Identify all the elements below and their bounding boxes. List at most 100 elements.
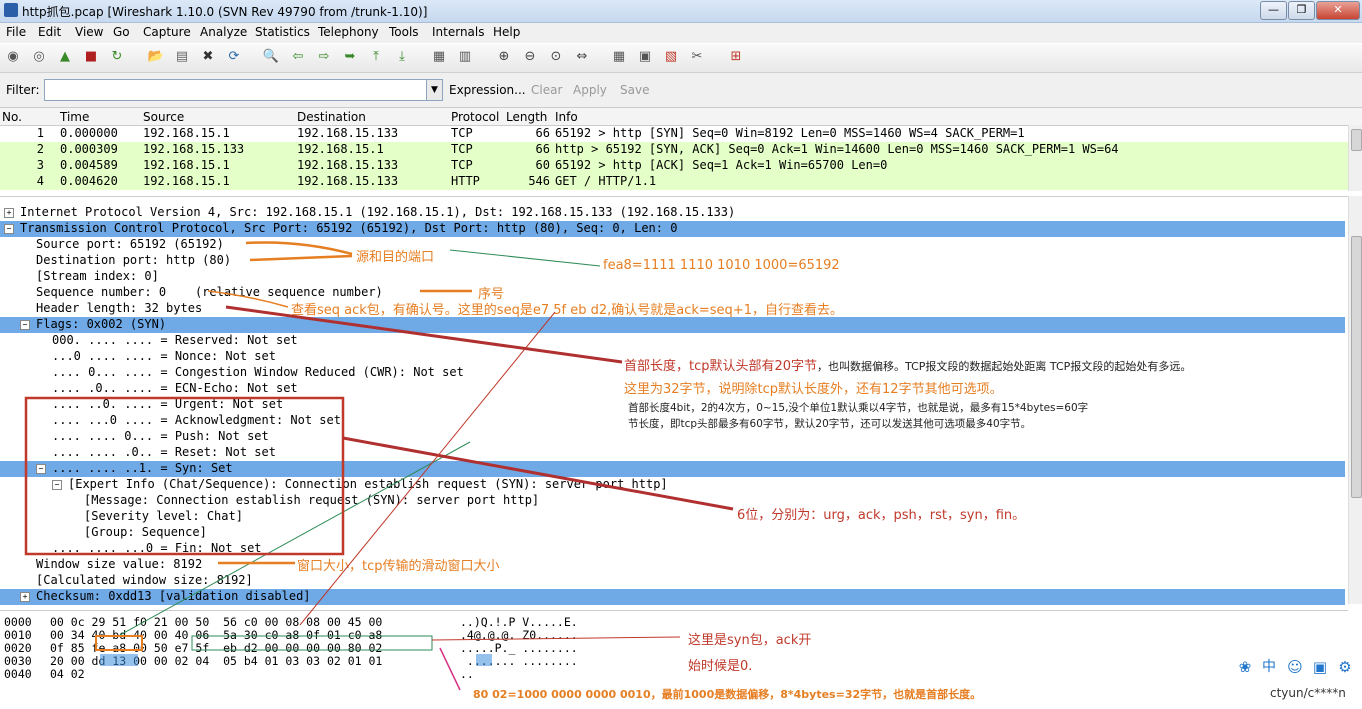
packet-cell-no: 3 <box>36 158 44 172</box>
close-file-icon[interactable]: ✖ <box>199 48 217 66</box>
collapse-icon[interactable]: − <box>4 224 14 234</box>
detail-line[interactable]: .... .... 0... = Push: Not set <box>0 429 1345 445</box>
col-no[interactable]: No. <box>2 110 22 124</box>
col-protocol[interactable]: Protocol <box>451 110 499 124</box>
resize-columns-icon[interactable]: ⇔ <box>573 48 591 66</box>
menu-edit[interactable]: Edit <box>38 25 61 39</box>
interface-list-icon[interactable]: ◉ <box>4 48 22 66</box>
find-icon[interactable]: 🔍 <box>262 48 280 66</box>
save-file-icon[interactable]: ▤ <box>173 48 191 66</box>
col-info[interactable]: Info <box>555 110 578 124</box>
last-packet-icon[interactable]: ⤓ <box>393 48 411 66</box>
detail-text: Flags: 0x002 (SYN) <box>36 317 167 331</box>
detail-text: [Expert Info (Chat/Sequence): Connection… <box>68 477 668 491</box>
go-to-packet-icon[interactable]: ➥ <box>341 48 359 66</box>
expression-button[interactable]: Expression... <box>449 83 526 97</box>
menu-statistics[interactable]: Statistics <box>255 25 310 39</box>
packet-cell-len: 66 <box>535 126 550 140</box>
collapse-icon[interactable]: − <box>52 480 62 490</box>
start-capture-icon[interactable]: ▲ <box>56 48 74 66</box>
restart-capture-icon[interactable]: ↻ <box>108 48 126 66</box>
detail-line[interactable]: [Calculated window size: 8192] <box>0 573 1345 589</box>
filter-dropdown-icon[interactable]: ▼ <box>426 79 443 101</box>
settings-icon[interactable]: ⚙ <box>1336 658 1354 676</box>
colorize-icon[interactable]: ▦ <box>430 48 448 66</box>
paw-icon[interactable]: ❀ <box>1236 658 1254 676</box>
detail-line[interactable]: −.... .... ..1. = Syn: Set <box>0 461 1345 477</box>
col-length[interactable]: Length <box>506 110 547 124</box>
packet-list-scrollbar[interactable] <box>1348 125 1362 191</box>
packet-row[interactable]: 3 0.004589 192.168.15.1 192.168.15.133 TCP 60… <box>0 158 1348 174</box>
packet-cell-no: 2 <box>36 142 44 156</box>
detail-line[interactable]: Window size value: 8192 <box>0 557 1345 573</box>
clear-button[interactable]: Clear <box>531 83 562 97</box>
capture-options-icon[interactable]: ◎ <box>30 48 48 66</box>
menu-internals[interactable]: Internals <box>432 25 485 39</box>
packet-row[interactable]: 2 0.000309 192.168.15.133 192.168.15.1 TCP 66… <box>0 142 1348 158</box>
packet-cell-time: 0.004589 <box>60 158 118 172</box>
packet-row[interactable]: 1 0.000000 192.168.15.1 192.168.15.133 TCP 66… <box>0 126 1348 142</box>
detail-line[interactable]: .... .... ...0 = Fin: Not set <box>0 541 1345 557</box>
preferences-icon[interactable]: ✂ <box>688 48 706 66</box>
detail-line[interactable]: + Checksum: 0xdd13 [validation disabled] <box>0 589 1345 605</box>
capture-filters-icon[interactable]: ▦ <box>610 48 628 66</box>
chinese-input-icon[interactable]: 中 <box>1260 658 1278 676</box>
detail-line[interactable]: [Group: Sequence] <box>0 525 1345 541</box>
bytes-ascii: ..)Q.!.P V.....E. <box>460 615 578 629</box>
expand-icon[interactable]: + <box>20 592 30 602</box>
apply-button[interactable]: Apply <box>573 83 607 97</box>
menu-help[interactable]: Help <box>493 25 520 39</box>
expand-icon[interactable]: + <box>4 208 14 218</box>
detail-text: Header length: 32 bytes <box>36 301 203 315</box>
open-file-icon[interactable]: 📂 <box>147 48 165 66</box>
help-icon[interactable]: ⊞ <box>727 48 745 66</box>
collapse-icon[interactable]: − <box>36 464 46 474</box>
packet-cell-src: 192.168.15.1 <box>143 158 230 172</box>
collapse-icon[interactable]: − <box>20 320 30 330</box>
col-time[interactable]: Time <box>60 110 89 124</box>
normal-size-icon[interactable]: ⊙ <box>547 48 565 66</box>
close-button[interactable]: ✕ <box>1316 1 1360 20</box>
detail-line[interactable]: [Message: Connection establish request (… <box>0 493 1345 509</box>
smiley-icon[interactable]: ☺ <box>1286 658 1304 676</box>
reload-icon[interactable]: ⟳ <box>225 48 243 66</box>
save-button[interactable]: Save <box>620 83 649 97</box>
menu-view[interactable]: View <box>75 25 103 39</box>
zoom-in-icon[interactable]: ⊕ <box>495 48 513 66</box>
menu-tools[interactable]: Tools <box>389 25 419 39</box>
menu-bar: File Edit View Go Capture Analyze Statis… <box>0 23 1362 43</box>
stop-capture-icon[interactable]: ■ <box>82 48 100 66</box>
detail-line[interactable]: − Flags: 0x002 (SYN) <box>0 317 1345 333</box>
detail-text: [Calculated window size: 8192] <box>36 573 253 587</box>
first-packet-icon[interactable]: ⤒ <box>367 48 385 66</box>
menu-file[interactable]: File <box>6 25 26 39</box>
detail-line[interactable]: 000. .... .... = Reserved: Not set <box>0 333 1345 349</box>
detail-line[interactable]: − Transmission Control Protocol, Src Port… <box>0 221 1345 237</box>
col-source[interactable]: Source <box>143 110 184 124</box>
annotation-flags-6: 6位，分别为：urg，ack，psh，rst，syn，fin。 <box>737 508 1026 523</box>
menu-capture[interactable]: Capture <box>143 25 191 39</box>
forward-icon[interactable]: ⇨ <box>315 48 333 66</box>
coloring-rules-icon[interactable]: ▧ <box>662 48 680 66</box>
menu-go[interactable]: Go <box>113 25 130 39</box>
detail-line[interactable]: − [Expert Info (Chat/Sequence): Connectio… <box>0 477 1345 493</box>
zoom-out-icon[interactable]: ⊖ <box>521 48 539 66</box>
filter-input[interactable] <box>44 79 428 101</box>
menu-telephony[interactable]: Telephony <box>318 25 379 39</box>
detail-line[interactable]: [Severity level: Chat] <box>0 509 1345 525</box>
menu-analyze[interactable]: Analyze <box>200 25 247 39</box>
display-filters-icon[interactable]: ▣ <box>636 48 654 66</box>
image-icon[interactable]: ▣ <box>1311 658 1329 676</box>
detail-line[interactable]: .... .... .0.. = Reset: Not set <box>0 445 1345 461</box>
filter-label: Filter: <box>6 83 40 97</box>
packet-cell-proto: TCP <box>451 126 473 140</box>
detail-line[interactable]: + Internet Protocol Version 4, Src: 192.1… <box>0 205 1345 221</box>
detail-line[interactable]: Source port: 65192 (65192) <box>0 237 1345 253</box>
packet-row[interactable]: 4 0.004620 192.168.15.1 192.168.15.133 HTTP 5… <box>0 174 1348 190</box>
details-scrollbar[interactable] <box>1348 196 1362 604</box>
auto-scroll-icon[interactable]: ▥ <box>456 48 474 66</box>
back-icon[interactable]: ⇦ <box>289 48 307 66</box>
minimize-button[interactable]: — <box>1260 1 1287 20</box>
col-destination[interactable]: Destination <box>297 110 366 124</box>
maximize-button[interactable]: ❐ <box>1288 1 1315 20</box>
